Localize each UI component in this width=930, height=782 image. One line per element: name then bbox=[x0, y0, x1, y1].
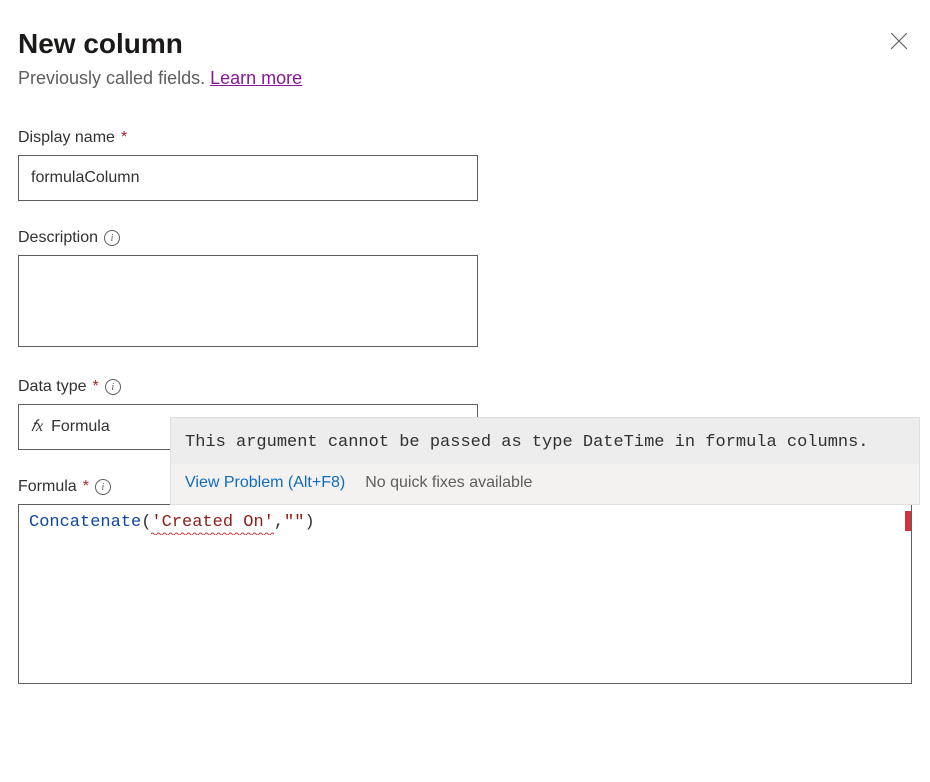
data-type-value: Formula bbox=[51, 418, 110, 436]
panel-title: New column bbox=[18, 28, 302, 60]
display-name-label: Display name bbox=[18, 129, 115, 147]
close-button[interactable] bbox=[886, 28, 912, 57]
diagnostic-popup: This argument cannot be passed as type D… bbox=[170, 417, 920, 505]
formula-token-string: "" bbox=[284, 513, 304, 532]
learn-more-link[interactable]: Learn more bbox=[210, 68, 302, 88]
formula-token-function: Concatenate bbox=[29, 513, 141, 532]
display-name-input[interactable] bbox=[18, 155, 478, 201]
description-label: Description bbox=[18, 229, 98, 247]
description-input[interactable] bbox=[18, 255, 478, 347]
data-type-label: Data type bbox=[18, 378, 86, 396]
formula-token-paren: ) bbox=[304, 513, 314, 532]
panel-subtitle: Previously called fields. Learn more bbox=[18, 68, 302, 89]
required-indicator: * bbox=[121, 129, 127, 147]
formula-label: Formula bbox=[18, 478, 77, 496]
info-icon[interactable]: i bbox=[104, 230, 120, 246]
formula-token-paren: ( bbox=[141, 513, 151, 532]
close-icon bbox=[890, 32, 908, 50]
formula-token-arg-error: 'Created On' bbox=[151, 513, 273, 532]
error-marker bbox=[905, 511, 911, 531]
diagnostic-message: This argument cannot be passed as type D… bbox=[171, 418, 919, 464]
info-icon[interactable]: i bbox=[105, 379, 121, 395]
required-indicator: * bbox=[83, 478, 89, 496]
no-quick-fixes-text: No quick fixes available bbox=[365, 474, 532, 492]
formula-editor[interactable]: Concatenate('Created On',"") bbox=[18, 504, 912, 684]
formula-token-comma: , bbox=[274, 513, 284, 532]
subtitle-text: Previously called fields. bbox=[18, 68, 210, 88]
info-icon[interactable]: i bbox=[95, 479, 111, 495]
view-problem-link[interactable]: View Problem (Alt+F8) bbox=[185, 474, 345, 492]
fx-icon: 𝑓x bbox=[31, 418, 43, 436]
required-indicator: * bbox=[92, 378, 98, 396]
